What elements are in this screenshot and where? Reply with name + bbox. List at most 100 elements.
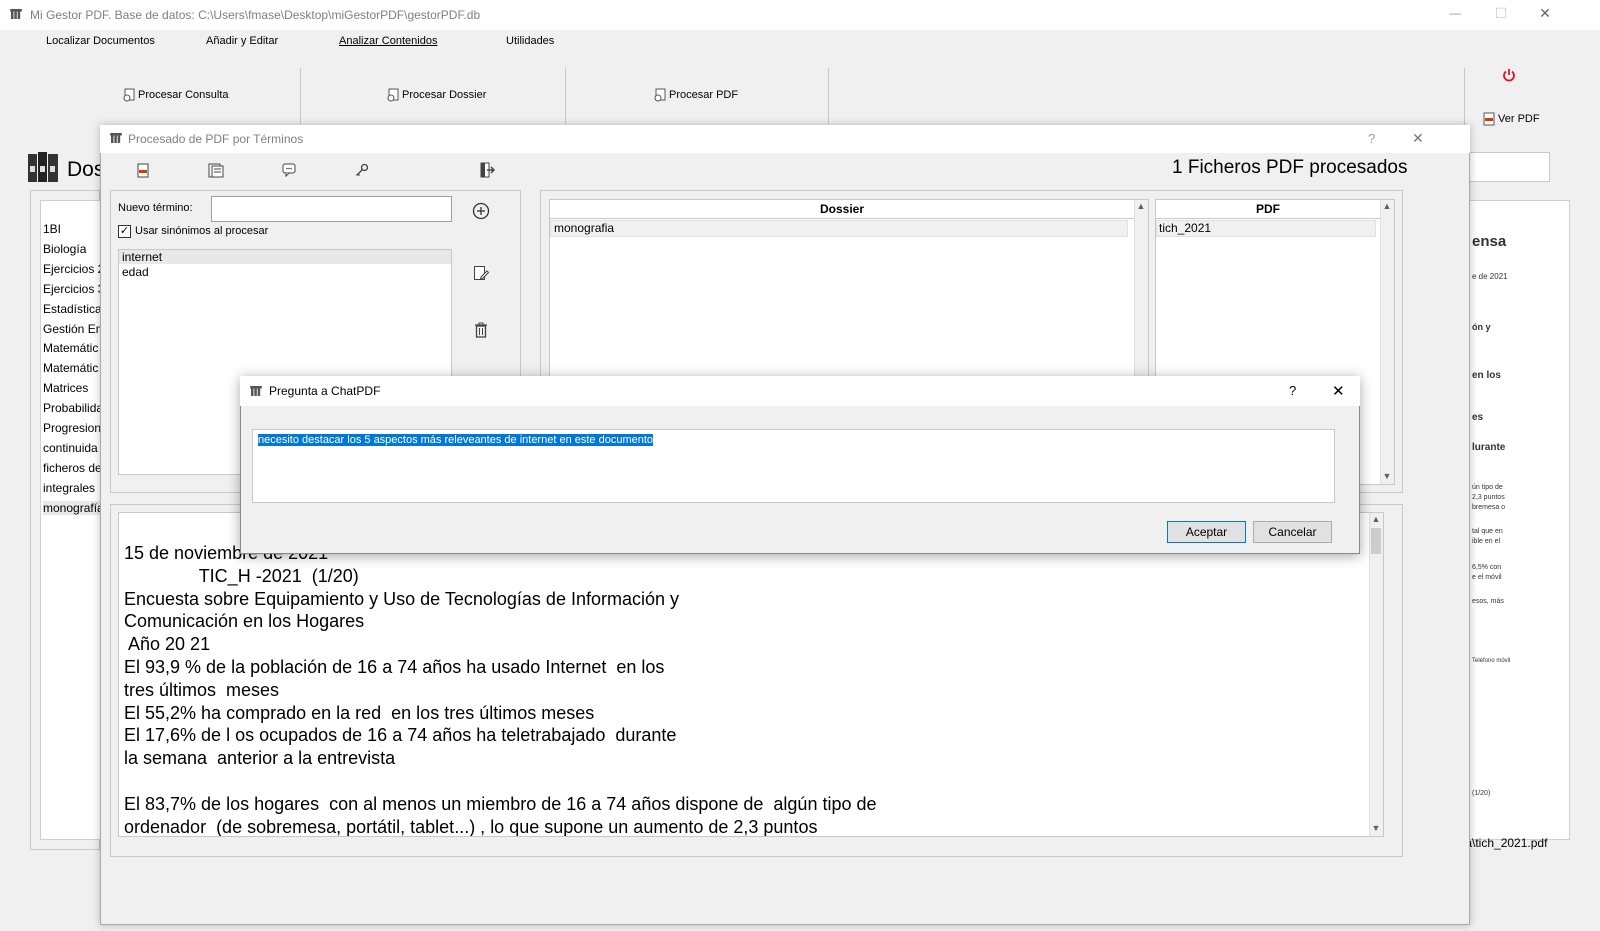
preview-text: esos, más (1472, 598, 1504, 605)
exit-icon[interactable] (479, 162, 495, 178)
procesado-dialog-titlebar: Procesado de PDF por Términos ? ✕ (100, 125, 1470, 153)
scroll-up-icon[interactable]: ▲ (1134, 201, 1148, 211)
trash-icon[interactable] (474, 322, 488, 338)
list-item[interactable]: Biología (43, 242, 101, 256)
close-window-button[interactable]: ✕ (1530, 5, 1560, 22)
pdf-scrollbar[interactable] (1380, 200, 1394, 484)
app-icon (10, 9, 22, 19)
menu-localizar-documentos[interactable]: Localizar Documentos (46, 35, 155, 47)
menu-analizar-contenidos[interactable]: Analizar Contenidos (339, 35, 437, 47)
dossier-header[interactable]: Dossier (550, 200, 1134, 219)
dossier-row-bg (550, 220, 1128, 237)
document-line: El 93,9 % de la población de 16 a 74 año… (124, 656, 665, 677)
add-circle-icon[interactable] (472, 202, 490, 220)
list-item[interactable]: Estadística (43, 302, 101, 316)
toolbar-separator (300, 68, 301, 124)
dossier-list-bg (40, 200, 102, 840)
list-item[interactable]: continuida (43, 441, 101, 455)
table-row[interactable]: tich_2021 (1159, 221, 1211, 235)
list-item[interactable]: Matemátic (43, 341, 101, 355)
toolbar-separator (828, 68, 829, 124)
pdf-file-icon (1483, 112, 1495, 126)
list-item[interactable]: Matemátic (43, 361, 101, 375)
list-item[interactable]: Probabilida (43, 401, 101, 415)
help-button[interactable]: ? (1289, 383, 1296, 398)
scroll-down-icon[interactable]: ▼ (1380, 471, 1394, 481)
key-icon[interactable] (355, 163, 369, 177)
preview-text: ensa (1472, 233, 1507, 250)
main-titlebar: Mi Gestor PDF. Base de datos: C:\Users\f… (0, 0, 1600, 30)
app-icon (110, 133, 122, 143)
document-line: Comunicación en los Hogares (124, 611, 365, 632)
close-dialog-button[interactable]: ✕ (1332, 382, 1345, 400)
maximize-button[interactable]: ☐ (1486, 5, 1516, 22)
procesar-dossier-label: Procesar Dossier (402, 89, 487, 101)
gear-doc-icon (387, 88, 399, 102)
list-item[interactable]: integrales (43, 481, 101, 495)
nuevo-termino-input[interactable] (211, 196, 452, 222)
documents-icon[interactable] (208, 163, 224, 178)
procesar-pdf-label: Procesar PDF (669, 89, 739, 101)
preview-text: 2,3 puntos (1472, 494, 1505, 501)
list-item[interactable]: Progresion (43, 421, 101, 435)
ver-pdf-button[interactable]: Ver PDF (1482, 112, 1540, 126)
list-item[interactable]: Matrices (43, 381, 101, 395)
window-title: Mi Gestor PDF. Base de datos: C:\Users\f… (30, 8, 481, 22)
scroll-down-icon[interactable]: ▼ (1369, 823, 1383, 833)
question-text: necesito destacar los 5 aspectos más rel… (258, 434, 654, 446)
list-item[interactable]: 1BI (43, 222, 101, 236)
preview-text: es (1472, 412, 1484, 423)
aceptar-button[interactable]: Aceptar (1167, 521, 1246, 543)
menu-anadir-editar[interactable]: Añadir y Editar (206, 35, 278, 47)
list-item[interactable]: edad (122, 265, 149, 279)
document-line: ordenador (de sobremesa, portátil, table… (124, 816, 818, 837)
cancelar-button[interactable]: Cancelar (1253, 521, 1332, 543)
scroll-up-icon[interactable]: ▲ (1369, 514, 1383, 524)
document-line: TIC_H -2021 (1/20) (124, 565, 359, 586)
procesar-pdf-button[interactable]: Procesar PDF (653, 88, 738, 102)
procesar-dossier-button[interactable]: Procesar Dossier (386, 88, 486, 102)
minimize-button[interactable]: — (1440, 6, 1470, 20)
list-item[interactable]: ficheros de (43, 461, 101, 475)
preview-text: ible en el (1472, 538, 1501, 545)
scroll-up-icon[interactable]: ▲ (1380, 201, 1394, 211)
document-line: El 55,2% ha comprado en la red en los tr… (124, 702, 595, 723)
section-heading: Dos (67, 158, 105, 181)
chat-icon[interactable] (282, 163, 296, 177)
preview-text: tal que en (1472, 528, 1503, 535)
sinonimos-checkbox[interactable]: ✓ (118, 225, 131, 238)
list-item[interactable]: Ejercicios 3 (43, 282, 101, 296)
document-line: El 83,7% de los hogares con al menos un … (124, 793, 877, 814)
gear-doc-icon (123, 88, 135, 102)
preview-text: e el móvil (1472, 574, 1502, 581)
help-button[interactable]: ? (1368, 131, 1375, 146)
toolbar (0, 54, 1600, 126)
pdf-icon[interactable] (136, 163, 150, 178)
terms-list-selection (119, 250, 451, 264)
list-item[interactable]: Gestión Em (43, 322, 101, 336)
table-row[interactable]: monografia (554, 221, 614, 235)
chatpdf-dialog-title: Pregunta a ChatPDF (269, 384, 381, 398)
edit-icon[interactable] (473, 265, 489, 281)
document-text-area[interactable]: 15 de noviembre de 2021 TIC_H -2021 (1/2… (118, 512, 1384, 837)
close-dialog-button[interactable]: ✕ (1412, 130, 1424, 147)
pdf-header[interactable]: PDF (1156, 200, 1380, 219)
list-item[interactable]: Ejercicios 2 (43, 262, 101, 276)
preview-text: en los (1472, 370, 1501, 381)
status-processed: 1 Ficheros PDF procesados (1172, 157, 1408, 178)
document-scrollbar[interactable] (1369, 513, 1383, 836)
scroll-thumb[interactable] (1371, 528, 1381, 554)
sinonimos-label: Usar sinónimos al procesar (135, 225, 269, 237)
preview-text: ún tipo de (1472, 484, 1503, 491)
binders-icon (28, 152, 58, 182)
list-item[interactable]: monografía (43, 500, 101, 515)
procesar-consulta-button[interactable]: Procesar Consulta (122, 88, 229, 102)
preview-text: 6,5% con (1472, 564, 1502, 571)
toolbar-separator (565, 68, 566, 124)
question-textarea[interactable]: necesito destacar los 5 aspectos más rel… (252, 429, 1335, 503)
document-line: El 17,6% de l os ocupados de 16 a 74 año… (124, 725, 677, 746)
list-item[interactable]: internet (122, 250, 162, 264)
menu-utilidades[interactable]: Utilidades (506, 35, 554, 47)
power-icon[interactable] (1502, 68, 1516, 82)
